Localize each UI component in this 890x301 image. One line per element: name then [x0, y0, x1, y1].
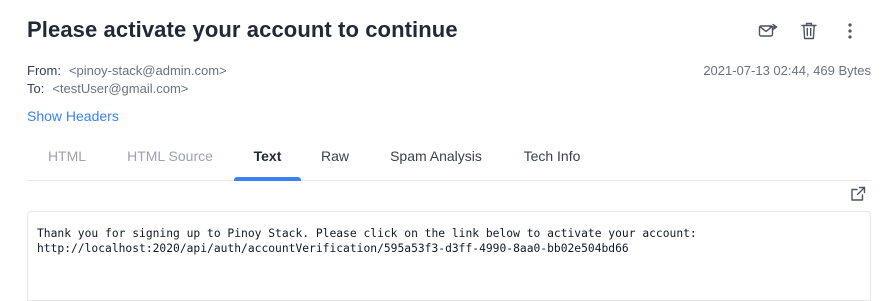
message-actions	[739, 19, 862, 43]
more-options-button[interactable]	[838, 19, 862, 43]
body-line: Thank you for signing up to Pinoy Stack.…	[37, 227, 697, 240]
message-text-body: Thank you for signing up to Pinoy Stack.…	[27, 211, 871, 301]
view-tabs: HTML HTML Source Text Raw Spam Analysis …	[27, 136, 871, 181]
from-label: From:	[27, 63, 61, 78]
external-link-icon	[851, 186, 866, 201]
from-address: <pinoy-stack@admin.com>	[68, 63, 227, 78]
tab-html[interactable]: HTML	[47, 136, 87, 180]
tab-html-source[interactable]: HTML Source	[125, 136, 215, 180]
to-address: <testUser@gmail.com>	[52, 81, 189, 96]
email-meta: From: <pinoy-stack@admin.com> To: <testU…	[27, 62, 227, 98]
tab-text[interactable]: Text	[234, 136, 301, 181]
show-headers-link[interactable]: Show Headers	[27, 108, 119, 124]
tab-text-label: Text	[253, 148, 282, 164]
open-in-new-window-button[interactable]	[850, 186, 866, 202]
forward-mail-button[interactable]	[756, 19, 780, 43]
forward-mail-icon	[758, 23, 778, 37]
tab-raw[interactable]: Raw	[320, 136, 350, 180]
more-vertical-icon	[848, 23, 852, 39]
tab-tech-info[interactable]: Tech Info	[522, 136, 582, 180]
to-row: To: <testUser@gmail.com>	[27, 80, 227, 98]
from-row: From: <pinoy-stack@admin.com>	[27, 62, 227, 80]
to-label: To:	[27, 81, 45, 96]
email-subject: Please activate your account to continue	[27, 17, 458, 42]
tab-spam-analysis[interactable]: Spam Analysis	[387, 136, 485, 180]
active-tab-indicator	[234, 177, 301, 181]
delete-button[interactable]	[797, 19, 821, 43]
trash-icon	[801, 22, 817, 40]
date-size: 2021-07-13 02:44, 469 Bytes	[703, 63, 871, 78]
activation-link-text: http://localhost:2020/api/auth/accountVe…	[37, 242, 629, 255]
